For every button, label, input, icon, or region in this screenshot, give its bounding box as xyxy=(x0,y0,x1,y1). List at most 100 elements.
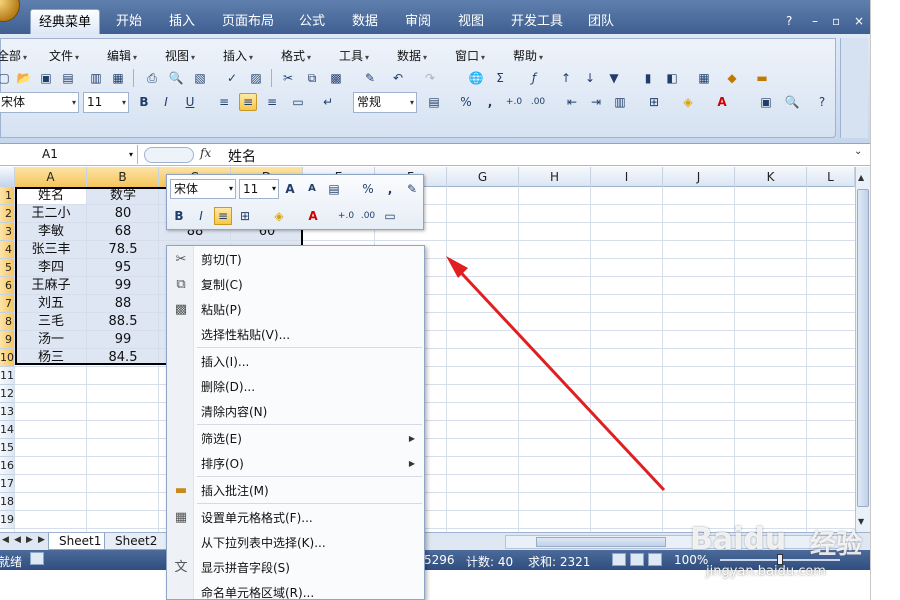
row-header-10[interactable]: 10 xyxy=(0,349,14,367)
sheet-tab-sheet2[interactable]: Sheet2 xyxy=(104,533,169,550)
row-header-12[interactable]: 12 xyxy=(0,385,14,403)
row-header-16[interactable]: 16 xyxy=(0,457,14,475)
shrink-font-icon[interactable]: A xyxy=(303,180,321,198)
menu-tools[interactable]: 工具 ▾ xyxy=(339,47,369,64)
tab-review[interactable]: 审阅 xyxy=(397,9,439,34)
help-icon[interactable]: ? xyxy=(786,14,792,28)
normal-view-icon[interactable] xyxy=(612,553,626,566)
decrease-indent-icon[interactable]: ⇤ xyxy=(563,93,581,111)
copy-icon[interactable]: ⧉ xyxy=(303,69,321,87)
mini-align-center-icon[interactable]: ≡ xyxy=(214,207,232,225)
mini-italic-icon[interactable]: I xyxy=(192,207,210,225)
row-header-3[interactable]: 3 xyxy=(0,223,14,241)
page-break-view-icon[interactable] xyxy=(648,553,662,566)
bold-icon[interactable]: B xyxy=(135,93,153,111)
scroll-up-icon[interactable]: ▲ xyxy=(858,173,864,182)
context-menu-item-9[interactable]: ▬ 插入批注(M) xyxy=(167,480,424,502)
select-all-corner[interactable] xyxy=(0,167,15,187)
context-menu-item-13[interactable]: 命名单元格区域(R)... xyxy=(167,582,424,600)
row-header-14[interactable]: 14 xyxy=(0,421,14,439)
page-layout-view-icon[interactable] xyxy=(630,553,644,566)
tab-home[interactable]: 开始 xyxy=(108,9,150,34)
number-format-combo[interactable]: 常规 ▾ xyxy=(353,92,417,113)
mini-format-painter-icon[interactable]: ✎ xyxy=(403,180,421,198)
print-preview-icon[interactable]: 🔍 xyxy=(167,69,185,87)
merge-center-icon[interactable]: ▭ xyxy=(289,93,307,111)
hyperlink-icon[interactable]: 🌐 xyxy=(467,69,485,87)
context-menu-item-11[interactable]: 从下拉列表中选择(K)... xyxy=(167,532,424,554)
autosum-icon[interactable]: Σ xyxy=(491,69,509,87)
filter-icon[interactable]: ▼ xyxy=(605,69,623,87)
context-menu-item-2[interactable]: ▩ 粘贴(P) xyxy=(167,299,424,321)
tab-view[interactable]: 视图 xyxy=(450,9,492,34)
context-menu-item-12[interactable]: 文显示拼音字段(S) xyxy=(167,557,424,579)
row-header-1[interactable]: 1 xyxy=(0,187,14,205)
mini-font-color-icon[interactable]: A xyxy=(304,207,322,225)
column-header-i[interactable]: I xyxy=(591,167,663,187)
print-icon[interactable]: ⎙ xyxy=(143,69,161,87)
underline-icon[interactable]: U xyxy=(181,93,199,111)
row-header-15[interactable]: 15 xyxy=(0,439,14,457)
paste-icon[interactable]: ▩ xyxy=(327,69,345,87)
horizontal-scroll-thumb[interactable] xyxy=(536,537,666,547)
borders-grid-icon[interactable]: ▦ xyxy=(695,69,713,87)
currency-icon[interactable]: ▤ xyxy=(425,93,443,111)
context-menu-item-8[interactable]: 排序(O) ▶ xyxy=(167,453,424,475)
context-menu-item-0[interactable]: ✂ 剪切(T) xyxy=(167,249,424,271)
fill-color-icon[interactable]: ◈ xyxy=(679,93,697,111)
italic-icon[interactable]: I xyxy=(157,93,175,111)
prev-sheet-icon[interactable]: ◀ xyxy=(14,535,21,545)
office-button[interactable] xyxy=(0,0,20,22)
row-header-2[interactable]: 2 xyxy=(0,205,14,223)
font-color-icon[interactable]: A xyxy=(713,93,731,111)
formula-cancel-enter-buttons[interactable] xyxy=(144,147,194,163)
grow-font-icon[interactable]: A xyxy=(281,180,299,198)
column-header-l[interactable]: L xyxy=(807,167,855,187)
undo-icon[interactable]: ↶ xyxy=(389,69,407,87)
picture-icon[interactable]: ▣ xyxy=(757,93,775,111)
column-header-g[interactable]: G xyxy=(447,167,519,187)
permission-icon[interactable]: ▦ xyxy=(109,69,127,87)
vertical-scroll-thumb[interactable] xyxy=(857,189,869,507)
mini-percent-icon[interactable]: % xyxy=(359,180,377,198)
column-header-a[interactable]: A xyxy=(15,167,87,187)
tab-developer[interactable]: 开发工具 xyxy=(503,9,571,34)
align-center-icon[interactable]: ≡ xyxy=(239,93,257,111)
last-sheet-icon[interactable]: ▶ xyxy=(38,535,45,545)
font-name-combo[interactable]: 宋体 ▾ xyxy=(0,92,79,113)
row-header-11[interactable]: 11 xyxy=(0,367,14,385)
increase-indent-icon[interactable]: ⇥ xyxy=(587,93,605,111)
align-right-icon[interactable]: ≡ xyxy=(263,93,281,111)
first-sheet-icon[interactable]: ◀ xyxy=(2,535,9,545)
mini-comma-icon[interactable]: , xyxy=(381,180,399,198)
row-header-4[interactable]: 4 xyxy=(0,241,14,259)
font-size-combo[interactable]: 11 ▾ xyxy=(83,92,129,113)
context-menu-item-10[interactable]: ▦ 设置单元格格式(F)... xyxy=(167,507,424,529)
sort-ascending-icon[interactable]: ↑ xyxy=(557,69,575,87)
function-icon[interactable]: ƒ xyxy=(525,69,543,87)
minimize-icon[interactable]: – xyxy=(812,14,818,28)
menu-format[interactable]: 格式 ▾ xyxy=(281,47,311,64)
wrap-text-icon[interactable]: ↵ xyxy=(319,93,337,111)
decrease-decimal-icon[interactable]: .00 xyxy=(529,93,547,111)
mini-font-size-combo[interactable]: 11 ▾ xyxy=(239,179,279,199)
cell-style-icon[interactable]: ▥ xyxy=(611,93,629,111)
mini-decrease-decimal-icon[interactable]: .00 xyxy=(359,207,377,225)
pdf-icon[interactable]: ▥ xyxy=(87,69,105,87)
context-menu-item-1[interactable]: ⧉ 复制(C) xyxy=(167,274,424,296)
row-header-9[interactable]: 9 xyxy=(0,331,14,349)
close-icon[interactable]: × xyxy=(854,14,864,28)
new-icon[interactable]: ▢ xyxy=(0,69,13,87)
vertical-scrollbar[interactable]: ▲ ▼ xyxy=(855,167,870,532)
mini-currency-icon[interactable]: ▤ xyxy=(325,180,343,198)
insert-function-icon[interactable]: fx xyxy=(200,146,211,160)
mini-fill-color-icon[interactable]: ◈ xyxy=(270,207,288,225)
context-menu-item-6[interactable]: 清除内容(N) xyxy=(167,401,424,423)
row-header-5[interactable]: 5 xyxy=(0,259,14,277)
drawing-icon[interactable]: ◧ xyxy=(663,69,681,87)
context-menu-item-7[interactable]: 筛选(E) ▶ xyxy=(167,428,424,450)
help-circle-icon[interactable]: ? xyxy=(813,93,831,111)
row-header-17[interactable]: 17 xyxy=(0,475,14,493)
menu-all[interactable]: 全部 ▾ xyxy=(0,47,27,64)
row-header-8[interactable]: 8 xyxy=(0,313,14,331)
